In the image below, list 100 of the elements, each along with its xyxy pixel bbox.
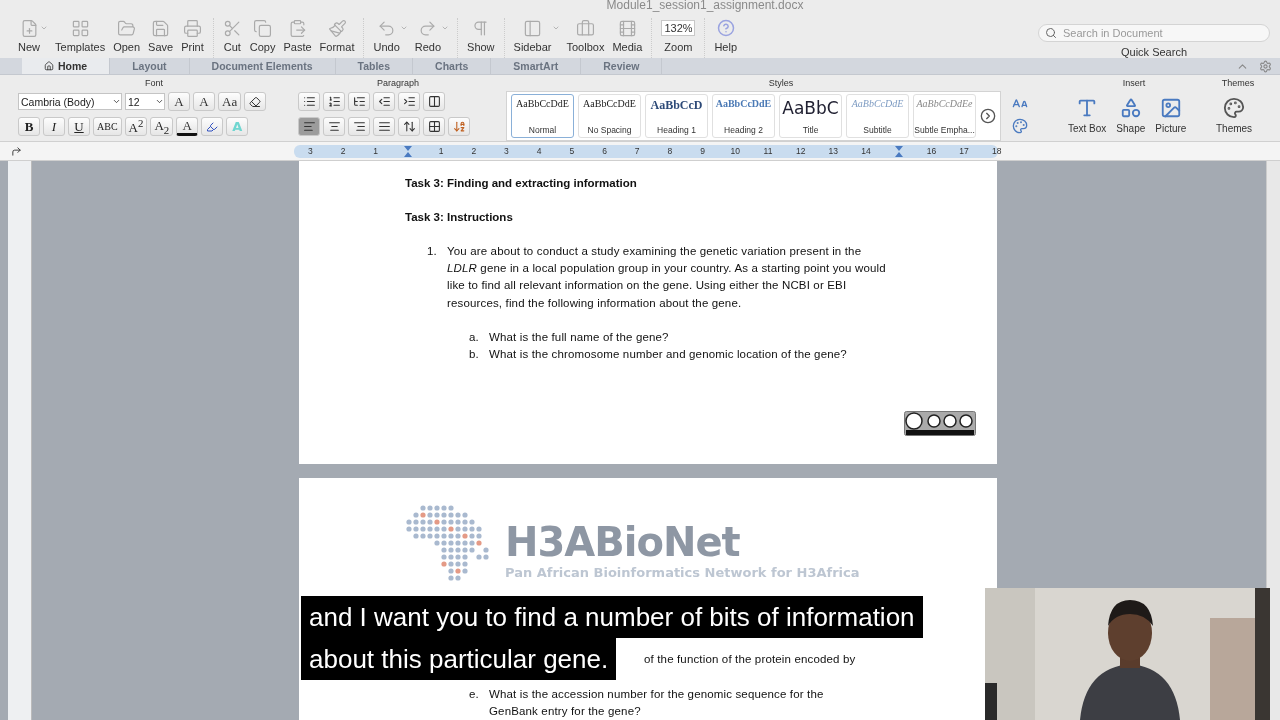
style-option[interactable]: AaBbCcDdE Subtitle — [846, 94, 909, 138]
question-text: of the function of the protein encoded by — [644, 652, 857, 668]
style-option[interactable]: AaBbCcD Heading 1 — [645, 94, 708, 138]
toolbar-button[interactable]: New — [16, 18, 49, 53]
align-left-icon — [302, 120, 316, 133]
style-preview: AaBbC — [782, 98, 839, 118]
ruler-number: 10 — [729, 146, 741, 156]
toolbar-button[interactable]: Undo — [371, 18, 409, 53]
borders-button[interactable] — [423, 117, 445, 136]
toolbar-button[interactable]: Paste — [281, 18, 314, 53]
sort-button[interactable] — [448, 117, 470, 136]
toolbar-button[interactable]: Save — [146, 18, 176, 53]
line-spacing-button[interactable] — [398, 117, 420, 136]
underline-button[interactable]: U — [68, 117, 90, 136]
toolbar-button[interactable]: Open — [111, 18, 143, 53]
insert-button[interactable]: Text Box — [1064, 96, 1111, 134]
home-icon — [44, 61, 54, 71]
zoom-control[interactable]: 132% Zoom — [659, 18, 698, 53]
grid-icon — [70, 18, 90, 38]
numbering-button[interactable] — [323, 92, 345, 111]
toolbar-button[interactable]: Redo — [412, 18, 451, 53]
indent-marker-icon[interactable] — [404, 145, 413, 157]
font-color-button[interactable]: A — [176, 117, 199, 136]
ruler-number: 2 — [339, 146, 347, 156]
paintbrush-icon — [327, 18, 347, 38]
style-option[interactable]: AaBbCcDdE No Spacing — [578, 94, 641, 138]
ribbon-tab[interactable]: Home — [22, 58, 111, 74]
size-select[interactable]: 12 — [125, 93, 165, 110]
toolbar-button[interactable]: Cut — [220, 18, 244, 53]
indent-marker-icon[interactable] — [894, 145, 903, 157]
bold-button[interactable]: B — [18, 117, 40, 136]
style-preview: AaBbCcDdE — [715, 98, 772, 109]
align-right-icon — [352, 120, 366, 133]
highlight-button[interactable] — [201, 117, 224, 136]
style-name: Heading 2 — [724, 125, 763, 135]
search-label: Quick Search — [1121, 46, 1187, 58]
insert-button[interactable]: Picture — [1151, 96, 1191, 134]
clear-format-button[interactable] — [244, 92, 267, 111]
search-icon — [1045, 27, 1057, 39]
multilevel-list-button[interactable] — [348, 92, 370, 111]
outdent-icon — [377, 95, 391, 108]
align-justify-icon — [377, 120, 391, 133]
zoom-field[interactable]: 132% — [661, 20, 696, 36]
toolbar-button[interactable]: Print — [179, 18, 206, 53]
search-field[interactable]: Search in Document — [1038, 24, 1270, 42]
palette-icon[interactable] — [1012, 118, 1028, 134]
image-icon — [1159, 96, 1182, 119]
caret-icon — [155, 97, 164, 106]
columns-button[interactable] — [423, 92, 445, 111]
strikethrough-button[interactable]: ABC — [93, 117, 122, 136]
toolbar-button[interactable]: Show — [465, 18, 497, 53]
style-option[interactable]: AaBbC Title — [779, 94, 842, 138]
shrink-font-button[interactable]: A — [193, 92, 215, 111]
next-icon[interactable] — [980, 108, 996, 124]
align-button[interactable] — [348, 117, 370, 136]
scrollbar[interactable] — [1266, 161, 1280, 720]
ruler-number: 11 — [762, 146, 774, 156]
change-case-button[interactable]: Aa — [218, 92, 242, 111]
style-preview: AaBbCcDdEe — [916, 98, 973, 109]
style-option[interactable]: AaBbCcDdEe Subtle Empha... — [913, 94, 976, 138]
logo-tagline: Pan African Bioinformatics Network for H3Africa — [505, 564, 860, 580]
toolbar-button[interactable]: Sidebar — [511, 18, 561, 53]
printer-icon — [182, 18, 202, 38]
heading: Task 3: Finding and extracting information — [405, 177, 638, 189]
question-text: What is the full name of the gene? — [489, 329, 670, 345]
align-button[interactable] — [323, 117, 345, 136]
italic-button[interactable]: I — [43, 117, 65, 136]
font-select[interactable]: Cambria (Body) — [18, 93, 122, 110]
question-text: What is the chromosome number and genomic location of the gene? — [489, 347, 848, 362]
style-name: Heading 1 — [657, 125, 696, 135]
themes-button[interactable]: Themes — [1212, 96, 1257, 134]
style-option[interactable]: AaBbCcDdE Heading 2 — [712, 94, 775, 138]
style-option[interactable]: AaBbCcDdE Normal — [511, 94, 574, 138]
tab-stop-icon[interactable] — [10, 145, 22, 157]
paragraph: You are about to conduct a study examining the genetic variation present in the LDLR gene in a local population group in your country. As a starting point you would like to find all relevant information on the gene. Using either the NCBI or EBI resources, find the following information about the gene. — [447, 244, 887, 311]
ruler-number: 9 — [699, 146, 706, 156]
align-button[interactable] — [373, 117, 395, 136]
decrease-indent-button[interactable] — [373, 92, 395, 111]
subscript-button[interactable]: A$_{2}$ — [150, 117, 174, 136]
toolbar-button[interactable]: Copy — [247, 18, 278, 53]
style-name: Title — [802, 125, 819, 135]
ruler-number: 13 — [827, 146, 840, 156]
window-title: Module1_session1_assignment.docx — [606, 0, 804, 10]
subtitle-text: about this particular gene. — [301, 638, 617, 680]
style-preview: AaBbCcDdE — [516, 98, 569, 109]
indent-icon — [402, 95, 416, 108]
toolbar-button[interactable]: Templates — [53, 18, 108, 53]
toolbar-button[interactable]: Toolbox — [564, 18, 607, 53]
list-number: 1. — [427, 244, 438, 259]
up-down-arrow-icon — [402, 120, 416, 133]
grow-font-button[interactable]: A — [168, 92, 190, 111]
toolbar-button[interactable]: Help — [712, 18, 739, 53]
bullets-button[interactable] — [298, 92, 320, 111]
insert-button[interactable]: Shape — [1112, 96, 1150, 134]
question-text: What is the accession number for the genomic sequence for the GenBank entry for the gene? — [489, 686, 825, 719]
toolbar-button[interactable]: Media — [610, 18, 645, 53]
toolbar-button[interactable]: Format — [317, 18, 357, 53]
superscript-button[interactable]: A$^{2}$ — [124, 117, 148, 136]
align-button[interactable] — [298, 117, 320, 136]
increase-indent-button[interactable] — [398, 92, 420, 111]
